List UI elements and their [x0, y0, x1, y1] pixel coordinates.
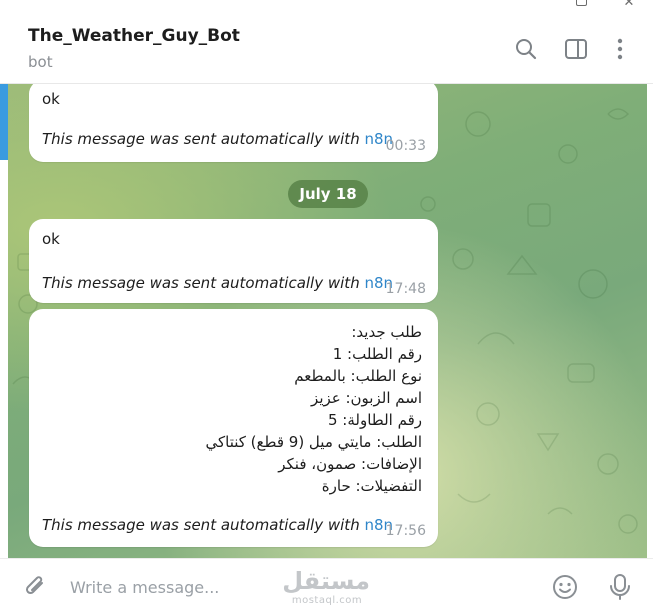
message-time: 00:33 [385, 138, 426, 154]
order-line: الطلب: مايتي ميل (9 قطع) كنتاكي [205, 433, 423, 451]
auto-sent-note: This message was sent automatically with… [42, 516, 393, 534]
message-time: 17:56 [385, 523, 426, 539]
message-time: 17:48 [385, 281, 426, 297]
message-text: ok [42, 230, 60, 248]
close-icon: ✕ [623, 0, 635, 10]
message-bubble[interactable]: ok This message was sent automatically w… [29, 219, 438, 303]
close-button[interactable]: ✕ [614, 0, 644, 12]
minimize-button[interactable] [518, 0, 548, 12]
more-vertical-icon[interactable] [607, 36, 633, 62]
chat-area[interactable]: ok This message was sent automatically w… [8, 84, 647, 558]
auto-sent-prefix: This message was sent automatically with [42, 274, 365, 292]
unread-accent-bar [0, 84, 8, 160]
chat-header: The_Weather_Guy_Bot bot [0, 14, 653, 84]
microphone-icon[interactable] [607, 572, 633, 602]
message-input[interactable] [70, 575, 470, 599]
message-composer: مستقل mostaql.com [0, 558, 653, 615]
chat-subtitle: bot [28, 53, 53, 71]
order-line: التفضيلات: حارة [321, 477, 422, 495]
order-line: نوع الطلب: بالمطعم [294, 367, 422, 385]
maximize-icon [575, 0, 587, 6]
watermark-latin: mostaql.com [291, 595, 363, 606]
date-separator: July 18 [288, 180, 368, 208]
auto-sent-prefix: This message was sent automatically with [42, 130, 365, 148]
emoji-icon[interactable] [551, 573, 579, 601]
attach-icon[interactable] [22, 573, 50, 601]
message-text: ok [42, 90, 60, 108]
search-icon[interactable] [513, 36, 539, 62]
order-line: رقم الطاولة: 5 [327, 411, 422, 429]
chat-title[interactable]: The_Weather_Guy_Bot [28, 26, 240, 46]
telegram-window: ✕ The_Weather_Guy_Bot bot ok This messag… [0, 0, 653, 615]
window-controls: ✕ [0, 0, 653, 14]
maximize-button[interactable] [566, 0, 596, 12]
order-line: طلب جديد: [351, 323, 422, 341]
side-panel-icon[interactable] [563, 36, 589, 62]
message-bubble[interactable]: ok This message was sent automatically w… [29, 84, 438, 162]
order-line: رقم الطلب: 1 [332, 345, 422, 363]
order-line: الإضافات: صمون، فنكر [278, 455, 422, 473]
mostaql-watermark: مستقل mostaql.com [282, 567, 370, 609]
auto-sent-note: This message was sent automatically with… [42, 130, 393, 148]
watermark-arabic: مستقل [282, 567, 370, 595]
order-details: طلب جديد: رقم الطلب: 1 نوع الطلب: بالمطع… [206, 321, 423, 497]
order-line: اسم الزبون: عزيز [311, 389, 422, 407]
auto-sent-prefix: This message was sent automatically with [42, 516, 365, 534]
auto-sent-note: This message was sent automatically with… [42, 274, 393, 292]
order-message-bubble[interactable]: طلب جديد: رقم الطلب: 1 نوع الطلب: بالمطع… [29, 309, 438, 547]
